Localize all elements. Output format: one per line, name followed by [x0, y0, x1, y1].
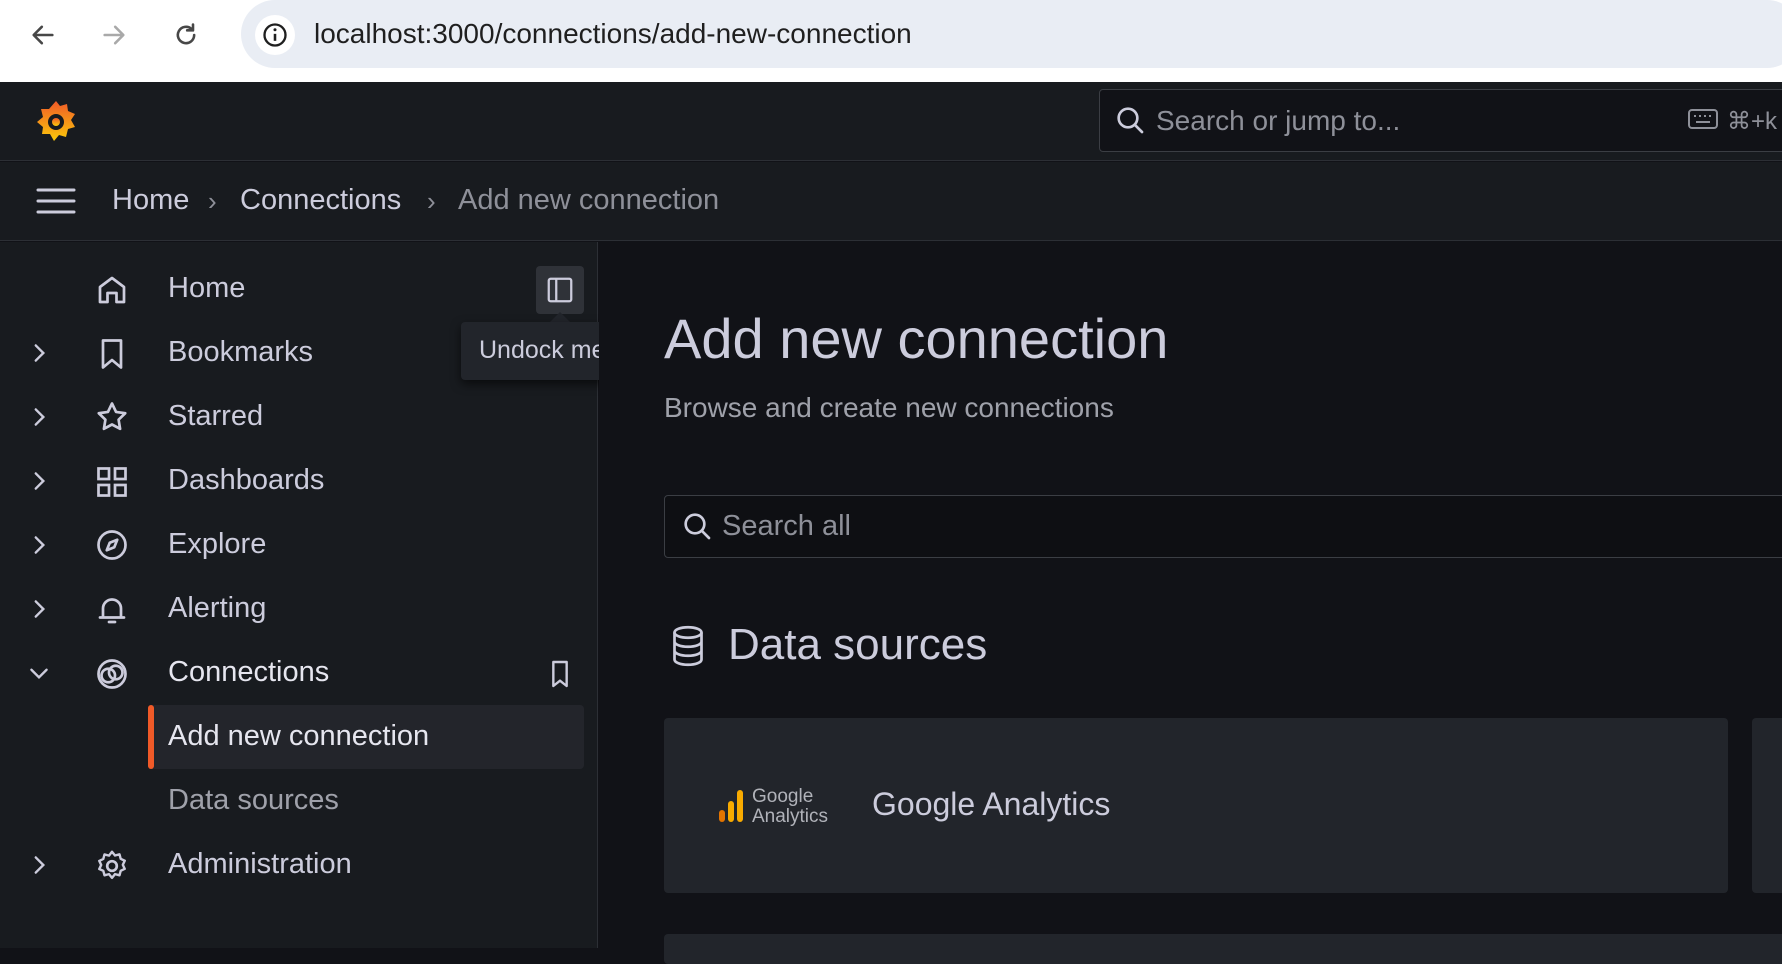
tooltip-arrow	[550, 312, 570, 322]
breadcrumb-home[interactable]: Home	[112, 184, 189, 217]
section-title: Data sources	[728, 620, 988, 669]
search-icon	[681, 510, 713, 542]
sidebar-item-explore[interactable]: Explore	[168, 528, 266, 561]
search-all-placeholder: Search all	[722, 510, 851, 542]
google-analytics-logo-icon	[718, 788, 746, 824]
bookmark-icon	[94, 336, 130, 372]
chevron-right-icon[interactable]	[26, 852, 52, 878]
page-title: Add new connection	[664, 307, 1169, 370]
chevron-right-icon[interactable]	[26, 532, 52, 558]
page-subtitle: Browse and create new connections	[664, 392, 1114, 423]
undock-menu-button[interactable]	[536, 266, 584, 314]
grafana-logo-icon[interactable]	[32, 97, 80, 145]
back-arrow-icon[interactable]	[25, 17, 61, 53]
breadcrumb-separator: ›	[427, 186, 436, 216]
logo-text: Google	[752, 786, 814, 807]
compass-icon	[94, 527, 130, 563]
chevron-down-icon[interactable]	[26, 660, 52, 686]
gear-icon	[94, 848, 130, 884]
sidebar-item-administration[interactable]: Administration	[168, 848, 352, 881]
bell-icon	[94, 592, 130, 628]
sidebar-item-alerting[interactable]: Alerting	[168, 592, 266, 625]
chevron-right-icon[interactable]	[26, 404, 52, 430]
active-indicator	[148, 705, 154, 769]
reload-icon[interactable]	[168, 17, 204, 53]
sidebar-item-connections[interactable]: Connections	[168, 656, 329, 689]
bookmark-icon[interactable]	[544, 656, 576, 692]
sidebar-item-dashboards[interactable]: Dashboards	[168, 464, 324, 497]
breadcrumb-separator: ›	[208, 186, 217, 216]
breadcrumb-current: Add new connection	[458, 184, 720, 216]
home-icon	[94, 272, 130, 308]
forward-arrow-icon[interactable]	[96, 17, 132, 53]
sidebar-item-label[interactable]: Add new connection	[168, 720, 429, 753]
site-info-icon[interactable]	[255, 15, 295, 55]
database-icon	[670, 625, 706, 667]
sidebar-item-data-sources[interactable]: Data sources	[168, 784, 339, 817]
chevron-right-icon[interactable]	[26, 596, 52, 622]
card-title[interactable]: Google Analytics	[872, 786, 1110, 823]
global-search-placeholder: Search or jump to...	[1156, 105, 1401, 136]
chevron-right-icon[interactable]	[26, 340, 52, 366]
grid-icon	[94, 464, 130, 500]
sidebar-item-home[interactable]: Home	[168, 272, 245, 305]
logo-text: Analytics	[752, 806, 829, 827]
url-text[interactable]: localhost:3000/connections/add-new-conne…	[314, 18, 912, 50]
data-source-card[interactable]	[664, 934, 1782, 964]
chevron-right-icon[interactable]	[26, 468, 52, 494]
shortcut-hint: ⌘+k	[1727, 108, 1778, 135]
keyboard-icon	[1688, 108, 1718, 130]
sidebar-item-bookmarks[interactable]: Bookmarks	[168, 336, 313, 369]
breadcrumb-connections[interactable]: Connections	[240, 184, 401, 217]
menu-toggle-icon[interactable]	[36, 187, 76, 215]
connections-icon	[94, 656, 130, 692]
star-icon	[94, 399, 130, 435]
data-source-card[interactable]	[1752, 718, 1782, 893]
sidebar-item-starred[interactable]: Starred	[168, 400, 263, 433]
search-icon	[1114, 104, 1146, 136]
